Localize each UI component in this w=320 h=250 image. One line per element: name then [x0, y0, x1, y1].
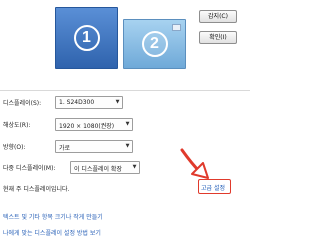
multi-display-value: 이 디스플레이 확장	[74, 166, 122, 173]
advanced-settings-link[interactable]: 고급 설정	[201, 183, 225, 192]
resolution-dropdown[interactable]: 1920 × 1080(권장) ▼	[55, 118, 133, 131]
window-icon	[172, 24, 181, 31]
orientation-dropdown[interactable]: 가로 ▼	[55, 140, 133, 153]
monitor-1-number: 1	[73, 25, 100, 51]
orientation-label: 방향(O):	[3, 144, 26, 151]
chevron-down-icon: ▼	[125, 143, 130, 149]
resolution-label: 해상도(R):	[3, 122, 31, 129]
chevron-down-icon: ▼	[115, 99, 120, 105]
display-label: 디스플레이(S):	[3, 100, 42, 107]
text-size-help-link[interactable]: 텍스트 및 기타 항목 크기나 작게 만들기	[3, 212, 103, 221]
display-dropdown[interactable]: 1. S24D300 ▼	[55, 96, 123, 109]
multi-display-dropdown[interactable]: 이 디스플레이 확장 ▼	[70, 161, 140, 174]
resolution-value: 1920 × 1080(권장)	[59, 123, 115, 130]
chevron-down-icon: ▼	[132, 164, 137, 170]
monitor-2-number: 2	[141, 31, 168, 57]
monitor-2-tile[interactable]: 2	[123, 19, 186, 69]
display-settings-help-link[interactable]: 나에게 맞는 디스플레이 설정 방법 보기	[3, 228, 101, 237]
chevron-down-icon: ▼	[125, 121, 130, 127]
monitor-1-tile[interactable]: 1	[55, 7, 118, 69]
primary-display-status: 현재 주 디스플레이입니다.	[3, 186, 70, 193]
orientation-value: 가로	[59, 145, 71, 152]
multi-display-label: 다중 디스플레이(M):	[3, 165, 56, 172]
monitor-preview-area: 1 2 감지(C) 확인(I)	[0, 0, 250, 90]
detect-button[interactable]: 감지(C)	[199, 10, 237, 23]
display-value: 1. S24D300	[59, 99, 95, 106]
divider	[0, 90, 250, 91]
identify-button[interactable]: 확인(I)	[199, 31, 237, 44]
